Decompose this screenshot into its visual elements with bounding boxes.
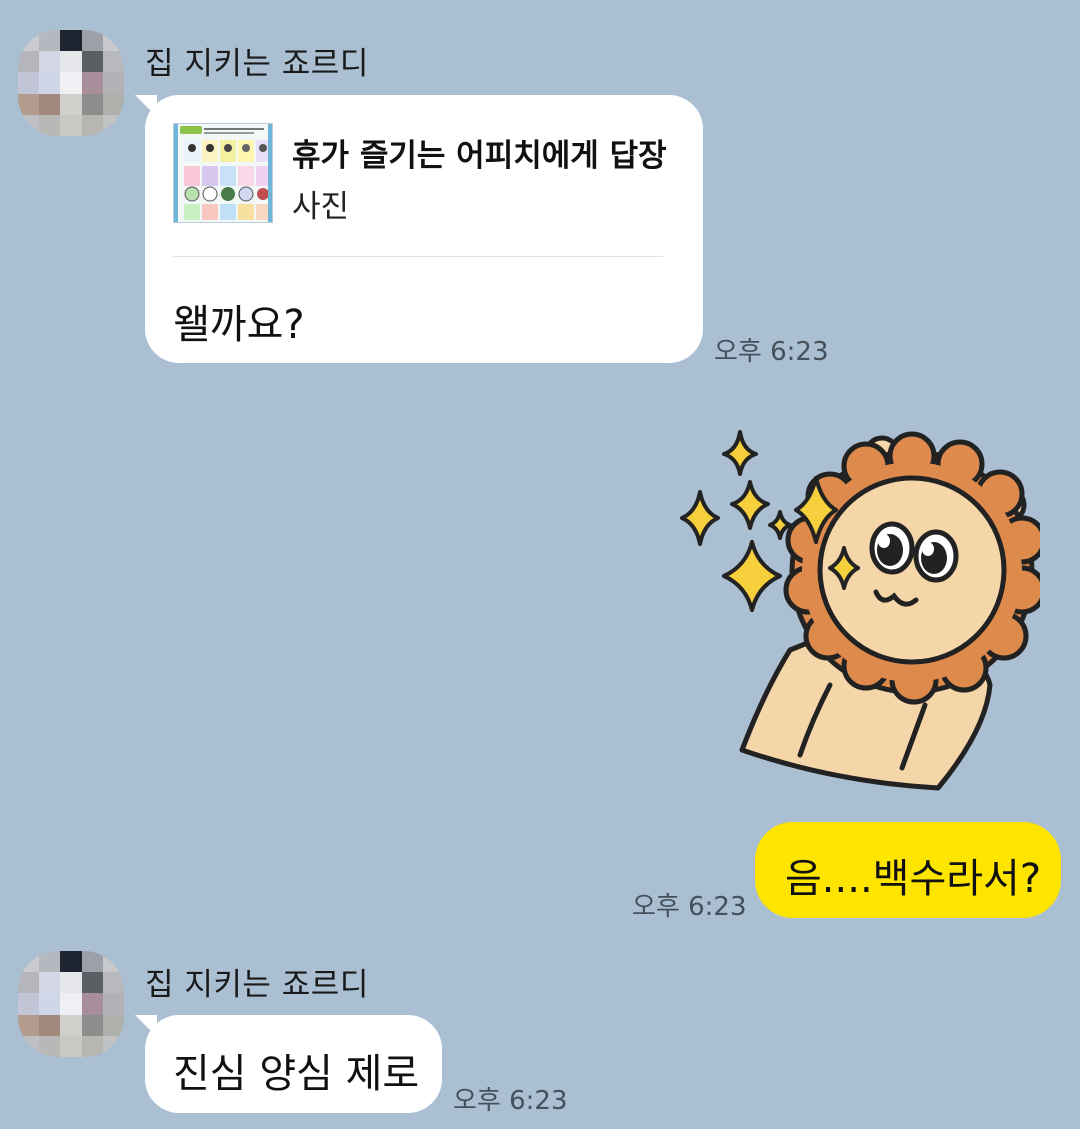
- reply-title: 휴가 즐기는 어피치에게 답장: [292, 138, 667, 174]
- sender-name: 집 지키는 죠르디: [145, 46, 369, 82]
- sender-avatar[interactable]: [18, 30, 124, 136]
- message-text: 음....백수라서?: [785, 856, 1042, 902]
- reply-thumbnail[interactable]: [173, 123, 273, 223]
- outgoing-message-bubble[interactable]: 음....백수라서?: [755, 822, 1061, 918]
- message-time: 오후 6:23: [714, 337, 829, 367]
- message-time: 오후 6:23: [453, 1086, 568, 1116]
- reply-divider: [173, 256, 663, 257]
- message-text: 진심 양심 제로: [173, 1051, 420, 1097]
- reply-type: 사진: [292, 189, 350, 225]
- message-bubble[interactable]: 진심 양심 제로: [135, 1015, 442, 1113]
- message-text: 왤까요?: [173, 302, 305, 348]
- sender-avatar[interactable]: [18, 951, 124, 1057]
- lion-sticker[interactable]: [670, 430, 1047, 800]
- message-bubble-reply[interactable]: 휴가 즐기는 어피치에게 답장 사진 왤까요?: [135, 95, 703, 363]
- message-time: 오후 6:23: [632, 892, 747, 922]
- sender-name: 집 지키는 죠르디: [145, 967, 369, 1003]
